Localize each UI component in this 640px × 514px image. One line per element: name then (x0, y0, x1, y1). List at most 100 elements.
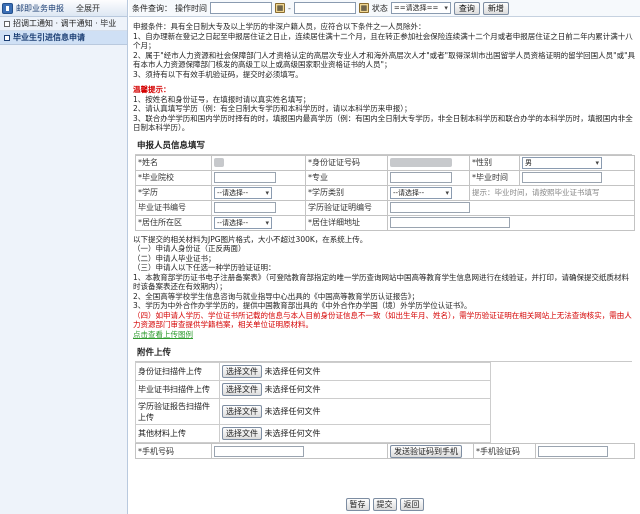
grad-time-label: *毕业时间 (469, 169, 520, 186)
choose-file-button[interactable]: 选择文件 (222, 365, 262, 378)
materials-item: （三）申请人以下任选一种学历验证证明： (133, 263, 276, 272)
intro-block: 申报条件：具有全日制大专及以上学历的非深户籍人员，应符合以下条件之一人员除外： … (129, 21, 640, 80)
degree-type-select-value: --请选择-- (393, 188, 425, 197)
action-bar: 暂存 提交 返回 (129, 498, 640, 511)
phone-label: *手机号码 (135, 443, 212, 459)
upload-label: 身份证扫描件上传 (135, 362, 220, 381)
file-status: 未选择任何文件 (264, 429, 321, 438)
id-field[interactable] (390, 158, 452, 167)
degree-label: *学历 (135, 184, 212, 201)
save-draft-button[interactable]: 暂存 (345, 498, 370, 511)
degree-select-value: --请选择-- (217, 188, 249, 197)
school-label: *毕业院校 (135, 169, 212, 186)
materials-warning: （四）如申请人学历、学位证书所记载的信息与本人目前身份证信息不一致（如出生年月、… (133, 310, 632, 330)
degree-cert-cell (387, 199, 635, 216)
residence-label: *居住所在区 (135, 214, 212, 231)
date-to-input[interactable] (293, 2, 356, 14)
expand-all-link[interactable]: 全展开 (76, 3, 100, 14)
degree-type-label: *学历类别 (305, 184, 388, 201)
warning-line: 3、联合办学学历和国内学历时择有的时，填报国内最高学历（例：有国内全日制大专学历… (133, 113, 633, 133)
name-cell (211, 154, 306, 171)
query-button[interactable]: 查询 (453, 1, 480, 15)
grad-time-input[interactable] (522, 172, 602, 183)
date-from-input[interactable] (210, 2, 272, 14)
sidebar-title: 邮即业务申报 (16, 3, 64, 13)
materials-item: 3、学历为中外合作办学学历的，提供中国教育部出具的《中外合作办学国（境）外学历学… (133, 301, 472, 310)
address-label: *居住详细地址 (305, 214, 388, 231)
choose-file-button[interactable]: 选择文件 (222, 405, 262, 418)
address-input[interactable] (390, 217, 510, 228)
status-label: 状态 (371, 3, 388, 13)
calendar-icon[interactable]: ▦ (275, 3, 285, 13)
code-input[interactable] (538, 445, 608, 457)
main-panel: 条件查询： 操作时间 ▦ - ▦ 状态 ==请选择== 查询 新增 申报条件：具… (129, 0, 640, 514)
send-code-button[interactable]: 发送验证码到手机 (390, 444, 462, 458)
upload-cell: 选择文件 未选择任何文件 (219, 380, 491, 399)
sidebar-item-notices[interactable]: 招调工通知 · 调干通知 · 毕业 (0, 17, 127, 31)
sidebar-header: 邮即业务申报 全展开 (0, 0, 127, 17)
major-cell (387, 169, 470, 186)
sidebar-item-label: 招调工通知 · 调干通知 · 毕业 (13, 19, 117, 28)
residence-select-value: --请选择-- (217, 218, 249, 227)
materials-intro: 以下提交的相关材料为JPG图片格式，大小不超过300K，在系统上传。 (133, 234, 368, 244)
degree-type-cell: --请选择-- (387, 184, 470, 201)
choose-file-button[interactable]: 选择文件 (222, 427, 262, 440)
search-bar: 条件查询： 操作时间 ▦ - ▦ 状态 ==请选择== 查询 新增 (129, 0, 640, 17)
add-button[interactable]: 新增 (482, 1, 509, 15)
code-label: *手机验证码 (473, 443, 536, 459)
warning-line: 2、请认真填写学历（例：有全日制大专学历和本科学历时，请以本科学历来申报）； (133, 104, 412, 113)
name-field[interactable] (214, 158, 224, 167)
app-icon (2, 2, 13, 14)
intro-line: 1、自办理新在登记之日起至申报居住证之日止，连续居住满十二个月，且在转正参加社会… (133, 31, 633, 51)
intro-line: 2、属于"经市人力资源和社会保障部门人才资格认定的高层次专业人才和海外高层次人才… (133, 50, 636, 70)
file-status: 未选择任何文件 (264, 367, 321, 376)
phone-input[interactable] (214, 445, 304, 457)
residence-select[interactable]: --请选择-- (214, 216, 272, 229)
back-button[interactable]: 返回 (399, 498, 424, 511)
upload-label: 毕业证书扫描件上传 (135, 380, 220, 399)
degree-select[interactable]: --请选择-- (214, 186, 272, 199)
degree-cert-label: 学历验证证明编号 (305, 199, 388, 216)
search-label: 条件查询： (132, 3, 172, 13)
submit-button[interactable]: 提交 (372, 498, 397, 511)
gender-cell: 男 (519, 154, 635, 171)
upload-example-link[interactable]: 点击查看上传图例 (133, 330, 636, 340)
status-select-value: ==请选择== (393, 4, 439, 12)
cert-cell (211, 199, 306, 216)
upload-section-title: 附件上传 (137, 348, 172, 358)
materials-item: 2、全国高等学校学生信息咨询与就业指导中心出具的《中国高等教育学历认证报告》； (133, 291, 420, 301)
status-select[interactable]: ==请选择== (390, 2, 451, 14)
cert-input[interactable] (214, 202, 276, 213)
gender-select-value: 男 (525, 158, 532, 167)
upload-label: 其他材料上传 (135, 424, 220, 443)
warning-block: 温馨提示： 1、按姓名和身份证号，在填报时请以真实姓名填写； 2、请认真填写学历… (129, 84, 640, 134)
sidebar: 邮即业务申报 全展开 招调工通知 · 调干通知 · 毕业 毕业生引进信息申请 (0, 0, 128, 514)
materials-item: 1、本教育部学历证书电子注册备案表》（可登陆教育部指定的唯一学历查询网站中国高等… (133, 272, 630, 292)
major-input[interactable] (390, 172, 452, 183)
degree-type-select[interactable]: --请选择-- (390, 186, 452, 199)
applicant-form: *姓名 *身份证证号码 *性别 男 *毕业院校 *专业 *毕业时间 *学历 --… (135, 154, 635, 231)
id-cell (387, 154, 470, 171)
degree-cell: --请选择-- (211, 184, 306, 201)
choose-file-button[interactable]: 选择文件 (222, 383, 262, 396)
address-cell (387, 214, 635, 231)
applicant-section-title: 申报人员信息填写 (137, 140, 206, 151)
cert-label: 毕业证书编号 (135, 199, 212, 216)
phone-cell (211, 443, 388, 459)
checkbox-icon[interactable] (4, 20, 10, 27)
search-field-label: 操作时间 (175, 3, 207, 13)
id-label: *身份证证号码 (305, 154, 388, 171)
grad-time-cell (519, 169, 635, 186)
materials-item: （二）申请人毕业证书； (133, 253, 216, 263)
calendar-icon[interactable]: ▦ (358, 3, 369, 13)
major-label: *专业 (305, 169, 388, 186)
gender-select[interactable]: 男 (522, 156, 602, 169)
upload-label: 学历验证报告扫描件上传 (135, 398, 220, 425)
sidebar-item-graduate-intro[interactable]: 毕业生引进信息申请 (0, 31, 127, 45)
phone-table: *手机号码 发送验证码到手机 *手机验证码 (135, 443, 635, 459)
school-input[interactable] (214, 172, 276, 183)
upload-cell: 选择文件 未选择任何文件 (219, 398, 491, 425)
degree-cert-input[interactable] (390, 202, 470, 213)
sidebar-item-label: 毕业生引进信息申请 (13, 33, 85, 42)
warning-line: 1、按姓名和身份证号，在填报时请以真实姓名填写； (133, 94, 311, 104)
